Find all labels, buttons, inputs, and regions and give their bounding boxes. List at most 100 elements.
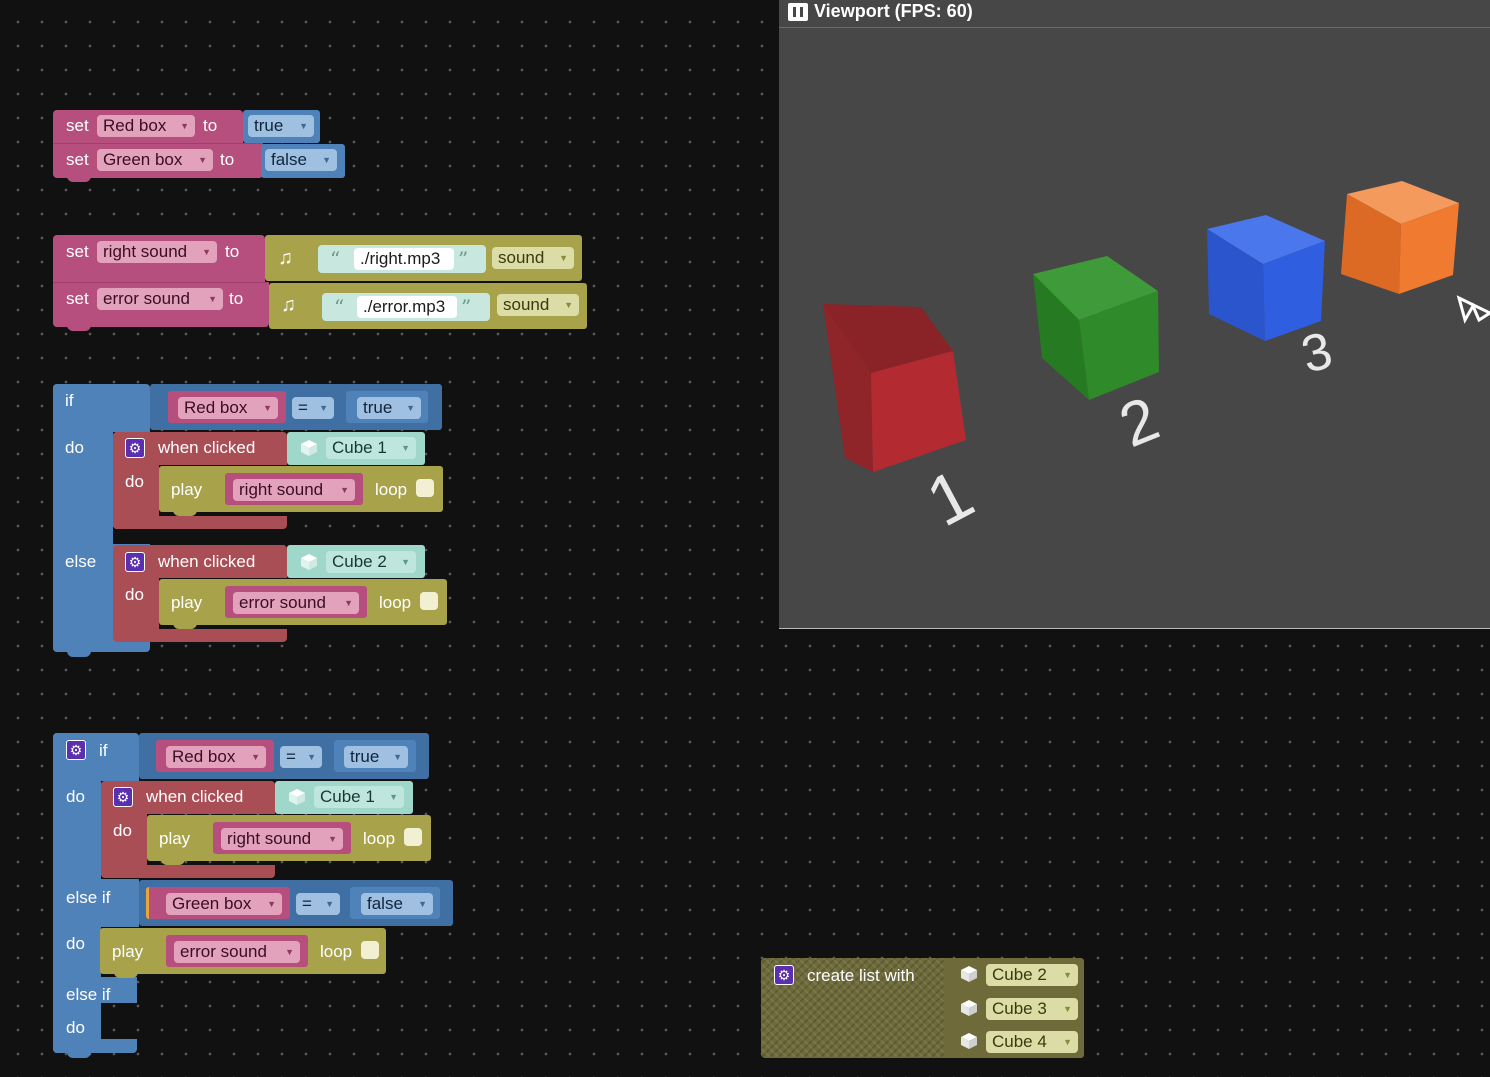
loop-checkbox[interactable] bbox=[420, 592, 438, 610]
if-keyword: if bbox=[65, 391, 74, 410]
operator-dropdown-equals[interactable]: = ▼ bbox=[292, 397, 334, 419]
gear-icon[interactable]: ⚙ bbox=[66, 740, 86, 760]
object-dropdown-cube-2[interactable]: Cube 2 ▼ bbox=[986, 964, 1078, 986]
play-keyword: play bbox=[159, 829, 191, 848]
gear-icon[interactable]: ⚙ bbox=[774, 965, 794, 985]
variable-dropdown-right-sound[interactable]: right sound ▼ bbox=[97, 241, 217, 263]
cube-icon bbox=[961, 966, 977, 982]
else-keyword: else bbox=[65, 552, 97, 571]
cube-2[interactable] bbox=[1033, 256, 1159, 400]
play-keyword: play bbox=[171, 593, 203, 612]
pause-icon[interactable] bbox=[788, 3, 808, 21]
dropdown-arrow-icon: ▼ bbox=[299, 121, 308, 131]
to-keyword: to bbox=[220, 150, 235, 169]
object-dropdown-cube-4[interactable]: Cube 4 ▼ bbox=[986, 1031, 1078, 1053]
object-name: Cube 1 bbox=[320, 787, 375, 806]
dropdown-arrow-icon: ▼ bbox=[401, 443, 410, 453]
cube-icon bbox=[289, 789, 305, 805]
variable-dropdown-green-box[interactable]: Green box ▼ bbox=[166, 893, 282, 915]
viewport-title: Viewport (FPS: 60) bbox=[814, 1, 973, 21]
sound-type-dropdown[interactable]: sound ▼ bbox=[492, 247, 574, 269]
open-quote-icon: “ bbox=[330, 247, 341, 271]
dropdown-arrow-icon: ▼ bbox=[198, 155, 207, 165]
sound-type-dropdown[interactable]: sound ▼ bbox=[497, 294, 579, 316]
boolean-dropdown-true[interactable]: true ▼ bbox=[357, 397, 421, 419]
variable-dropdown-right-sound[interactable]: right sound ▼ bbox=[221, 828, 343, 850]
do-keyword: do bbox=[66, 787, 85, 806]
object-dropdown-cube-1[interactable]: Cube 1 ▼ bbox=[326, 437, 416, 459]
to-keyword: to bbox=[203, 116, 218, 135]
close-quote-icon: ” bbox=[461, 295, 472, 319]
boolean-dropdown-false[interactable]: false ▼ bbox=[361, 893, 433, 915]
create-list-keyword: create list with bbox=[807, 966, 915, 985]
when-clicked-keyword: when clicked bbox=[158, 438, 256, 457]
variable-dropdown-green-box[interactable]: Green box ▼ bbox=[97, 149, 213, 171]
gear-icon[interactable]: ⚙ bbox=[125, 552, 145, 572]
boolean-value: true bbox=[350, 747, 380, 766]
object-name: Cube 4 bbox=[992, 1032, 1047, 1051]
object-dropdown-cube-3[interactable]: Cube 3 ▼ bbox=[986, 998, 1078, 1020]
loop-checkbox[interactable] bbox=[361, 941, 379, 959]
set-keyword: set bbox=[66, 289, 89, 308]
to-keyword: to bbox=[229, 289, 244, 308]
cube-4[interactable] bbox=[1341, 181, 1459, 294]
dropdown-arrow-icon: ▼ bbox=[418, 899, 427, 909]
variable-name: right sound bbox=[227, 829, 312, 848]
close-quote-icon: ” bbox=[458, 247, 469, 271]
cube-icon bbox=[301, 554, 317, 570]
variable-dropdown-error-sound[interactable]: error sound ▼ bbox=[97, 288, 223, 310]
viewport-panel[interactable]: Viewport (FPS: 60) 1 2 3 bbox=[779, 0, 1490, 629]
object-name: Cube 2 bbox=[992, 965, 1047, 984]
cube-icon bbox=[301, 440, 317, 456]
variable-name: error sound bbox=[180, 942, 267, 961]
variable-dropdown-error-sound[interactable]: error sound ▼ bbox=[233, 592, 359, 614]
variable-name: Red box bbox=[172, 747, 236, 766]
viewport-header: Viewport (FPS: 60) bbox=[779, 0, 1490, 28]
boolean-dropdown-true[interactable]: true ▼ bbox=[248, 115, 314, 137]
gear-icon[interactable]: ⚙ bbox=[113, 787, 133, 807]
object-name: Cube 1 bbox=[332, 438, 387, 457]
object-dropdown-cube-1[interactable]: Cube 1 ▼ bbox=[314, 786, 404, 808]
operator-dropdown-equals[interactable]: = ▼ bbox=[280, 746, 322, 768]
open-quote-icon: “ bbox=[334, 295, 345, 319]
object-dropdown-cube-2[interactable]: Cube 2 ▼ bbox=[326, 551, 416, 573]
operator-dropdown-equals[interactable]: = ▼ bbox=[296, 893, 340, 915]
dropdown-arrow-icon: ▼ bbox=[1063, 1004, 1072, 1014]
variable-name: error sound bbox=[103, 289, 190, 308]
cube-1[interactable] bbox=[823, 304, 966, 472]
boolean-value: false bbox=[271, 150, 307, 169]
variable-dropdown-red-box[interactable]: Red box ▼ bbox=[166, 746, 266, 768]
to-keyword: to bbox=[225, 242, 240, 261]
boolean-value: false bbox=[367, 894, 403, 913]
dropdown-arrow-icon: ▼ bbox=[322, 155, 331, 165]
operator-label: = bbox=[302, 894, 312, 913]
dropdown-arrow-icon: ▼ bbox=[406, 403, 415, 413]
loop-checkbox[interactable] bbox=[416, 479, 434, 497]
variable-name: Green box bbox=[103, 150, 183, 169]
variable-name: right sound bbox=[103, 242, 188, 261]
cube-icon bbox=[961, 1033, 977, 1049]
loop-checkbox[interactable] bbox=[404, 828, 422, 846]
scene-canvas[interactable]: 1 2 3 bbox=[779, 28, 1490, 628]
else-if-keyword: else if bbox=[66, 985, 111, 1004]
variable-dropdown-error-sound[interactable]: error sound ▼ bbox=[174, 941, 300, 963]
gear-icon[interactable]: ⚙ bbox=[125, 438, 145, 458]
boolean-dropdown-true[interactable]: true ▼ bbox=[344, 746, 408, 768]
dropdown-arrow-icon: ▼ bbox=[389, 792, 398, 802]
else-if-keyword: else if bbox=[66, 888, 111, 907]
dropdown-arrow-icon: ▼ bbox=[564, 300, 573, 310]
music-note-icon: ♫ bbox=[281, 294, 296, 316]
variable-dropdown-right-sound[interactable]: right sound ▼ bbox=[233, 479, 355, 501]
variable-dropdown-red-box[interactable]: Red box ▼ bbox=[97, 115, 195, 137]
variable-dropdown-red-box[interactable]: Red box ▼ bbox=[178, 397, 278, 419]
boolean-dropdown-false[interactable]: false ▼ bbox=[265, 149, 337, 171]
cube-3[interactable] bbox=[1207, 215, 1325, 341]
string-field-right-mp3[interactable]: ./right.mp3 bbox=[354, 248, 454, 270]
dropdown-arrow-icon: ▼ bbox=[1063, 1037, 1072, 1047]
object-name: Cube 3 bbox=[992, 999, 1047, 1018]
object-name: Cube 2 bbox=[332, 552, 387, 571]
loop-keyword: loop bbox=[379, 593, 412, 612]
string-field-error-mp3[interactable]: ./error.mp3 bbox=[357, 296, 457, 318]
floor-label-2: 2 bbox=[1110, 384, 1168, 461]
do-keyword: do bbox=[125, 585, 144, 604]
